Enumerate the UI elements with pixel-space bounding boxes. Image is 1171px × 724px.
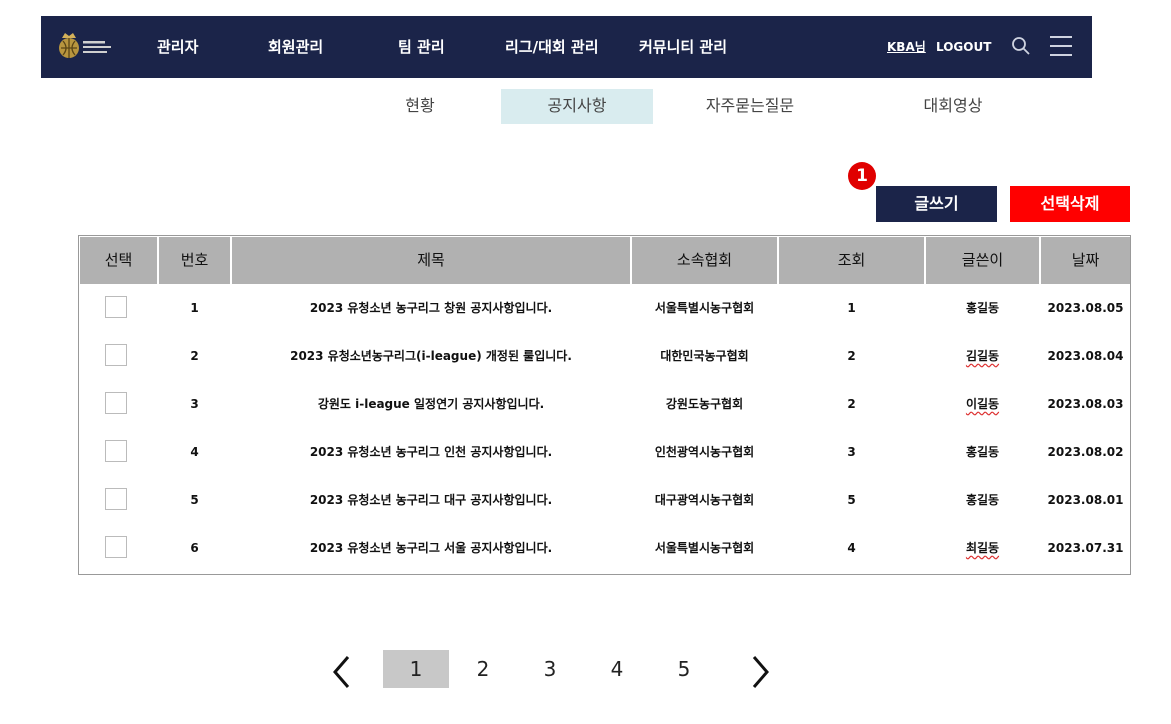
nav-members[interactable]: 회원관리	[268, 16, 323, 78]
tab-status[interactable]: 현황	[376, 89, 464, 124]
row-title[interactable]: 2023 유청소년 농구리그 창원 공지사항입니다.	[232, 284, 630, 332]
row-views: 3	[847, 445, 856, 459]
hamburger-menu-icon[interactable]	[1049, 33, 1073, 59]
tab-notices[interactable]: 공지사항	[501, 89, 653, 124]
table-row[interactable]: 4 2023 유청소년 농구리그 인천 공지사항입니다. 인천광역시농구협회 3…	[79, 428, 1130, 476]
row-association: 인천광역시농구협회	[654, 445, 755, 459]
row-checkbox[interactable]	[105, 296, 127, 318]
row-number: 6	[190, 541, 199, 555]
row-checkbox[interactable]	[105, 488, 127, 510]
row-author-text: 최길동	[965, 541, 1000, 555]
row-author: 김길동	[926, 332, 1039, 380]
row-author: 홍길동	[926, 284, 1039, 332]
step-badge: 1	[848, 162, 876, 190]
top-nav-bar: 관리자 회원관리 팀 관리 리그/대회 관리 커뮤니티 관리 KBA님 LOGO…	[41, 16, 1092, 78]
col-select: 선택	[80, 237, 157, 284]
row-views: 5	[847, 493, 856, 507]
nav-community[interactable]: 커뮤니티 관리	[639, 16, 727, 78]
page-1[interactable]: 1	[383, 650, 449, 688]
row-views: 2	[847, 349, 856, 363]
user-link[interactable]: KBA님	[887, 16, 926, 78]
row-date: 2023.08.04	[1047, 349, 1124, 363]
page-3[interactable]: 3	[517, 650, 583, 688]
row-number: 3	[190, 397, 199, 411]
kba-logo-icon[interactable]	[56, 27, 116, 67]
row-title[interactable]: 2023 유청소년 농구리그 대구 공지사항입니다.	[232, 476, 630, 524]
row-association: 강원도농구협회	[665, 397, 744, 411]
page-5[interactable]: 5	[651, 650, 717, 688]
row-checkbox[interactable]	[105, 440, 127, 462]
row-date: 2023.08.02	[1047, 445, 1124, 459]
nav-admin[interactable]: 관리자	[157, 16, 198, 78]
row-association: 서울특별시농구협회	[654, 301, 755, 315]
col-views: 조회	[779, 237, 924, 284]
page-2[interactable]: 2	[450, 650, 516, 688]
row-views: 2	[847, 397, 856, 411]
row-author-text: 김길동	[965, 349, 1000, 363]
row-author-text: 홍길동	[965, 445, 1000, 459]
table-row[interactable]: 1 2023 유청소년 농구리그 창원 공지사항입니다. 서울특별시농구협회 1…	[79, 284, 1130, 332]
row-author: 홍길동	[926, 476, 1039, 524]
tab-faq[interactable]: 자주묻는질문	[688, 89, 812, 124]
row-number: 2	[190, 349, 199, 363]
row-date: 2023.08.03	[1047, 397, 1124, 411]
logout-button[interactable]: LOGOUT	[936, 16, 991, 78]
table-row[interactable]: 6 2023 유청소년 농구리그 서울 공지사항입니다. 서울특별시농구협회 4…	[79, 524, 1130, 572]
row-date: 2023.08.05	[1047, 301, 1124, 315]
tab-videos[interactable]: 대회영상	[905, 89, 1001, 124]
row-number: 4	[190, 445, 199, 459]
row-title[interactable]: 2023 유청소년 농구리그 인천 공지사항입니다.	[232, 428, 630, 476]
row-author: 이길동	[926, 380, 1039, 428]
row-title[interactable]: 강원도 i-league 일정연기 공지사항입니다.	[232, 380, 630, 428]
row-date: 2023.07.31	[1047, 541, 1124, 555]
row-number: 1	[190, 301, 199, 315]
row-author-text: 이길동	[965, 397, 1000, 411]
row-number: 5	[190, 493, 199, 507]
row-author-text: 홍길동	[965, 301, 1000, 315]
page-4[interactable]: 4	[584, 650, 650, 688]
nav-league[interactable]: 리그/대회 관리	[505, 16, 599, 78]
search-icon[interactable]	[1011, 36, 1031, 56]
delete-selected-button[interactable]: 선택삭제	[1010, 186, 1130, 222]
chevron-left-icon[interactable]	[330, 654, 354, 690]
table-row[interactable]: 3 강원도 i-league 일정연기 공지사항입니다. 강원도농구협회 2 이…	[79, 380, 1130, 428]
row-author: 홍길동	[926, 428, 1039, 476]
row-association: 서울특별시농구협회	[654, 541, 755, 555]
row-author: 최길동	[926, 524, 1039, 572]
row-association: 대한민국농구협회	[660, 349, 749, 363]
row-date: 2023.08.01	[1047, 493, 1124, 507]
table-row[interactable]: 2 2023 유청소년농구리그(i-league) 개정된 룰입니다. 대한민국…	[79, 332, 1130, 380]
row-checkbox[interactable]	[105, 536, 127, 558]
row-author-text: 홍길동	[965, 493, 1000, 507]
row-title[interactable]: 2023 유청소년농구리그(i-league) 개정된 룰입니다.	[232, 332, 630, 380]
col-association: 소속협회	[632, 237, 777, 284]
row-views: 1	[847, 301, 856, 315]
write-button[interactable]: 글쓰기	[876, 186, 997, 222]
col-author: 글쓴이	[926, 237, 1039, 284]
col-date: 날짜	[1041, 237, 1130, 284]
row-checkbox[interactable]	[105, 344, 127, 366]
notice-table: 선택 번호 제목 소속협회 조회 글쓴이 날짜 1 2023 유청소년 농구리그…	[78, 235, 1131, 575]
row-checkbox[interactable]	[105, 392, 127, 414]
table-header: 선택 번호 제목 소속협회 조회 글쓴이 날짜	[80, 237, 1130, 284]
row-views: 4	[847, 541, 856, 555]
chevron-right-icon[interactable]	[748, 654, 772, 690]
col-number: 번호	[159, 237, 230, 284]
table-row[interactable]: 5 2023 유청소년 농구리그 대구 공지사항입니다. 대구광역시농구협회 5…	[79, 476, 1130, 524]
row-association: 대구광역시농구협회	[654, 493, 755, 507]
row-title[interactable]: 2023 유청소년 농구리그 서울 공지사항입니다.	[232, 524, 630, 572]
col-title: 제목	[232, 237, 630, 284]
nav-teams[interactable]: 팀 관리	[398, 16, 445, 78]
